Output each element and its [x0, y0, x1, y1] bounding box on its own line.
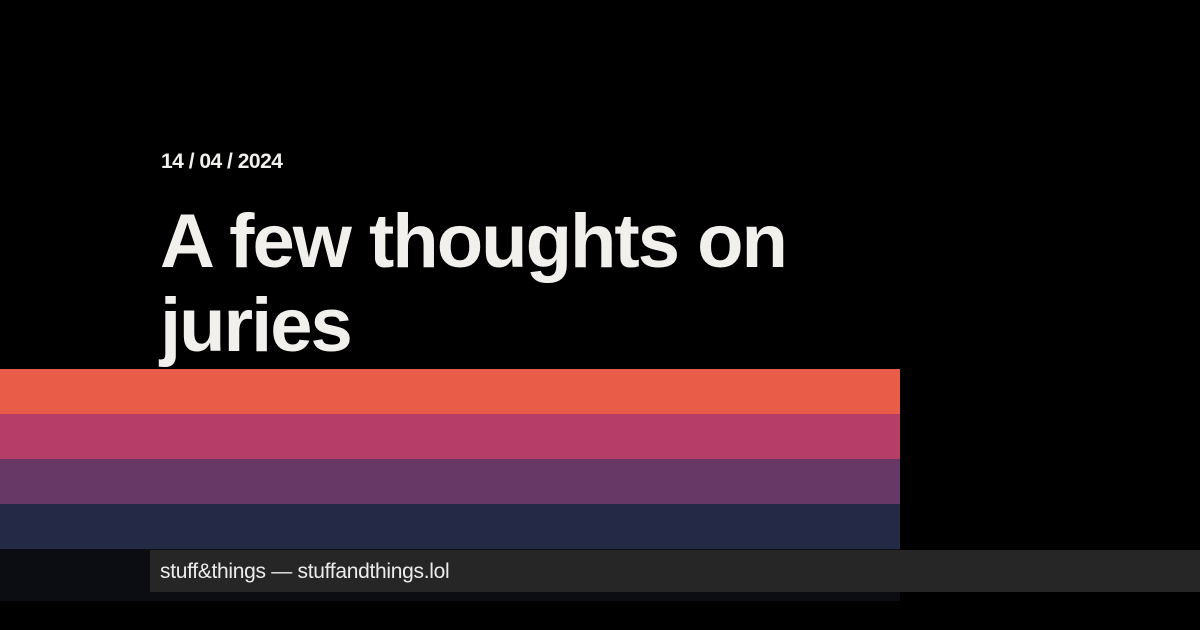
site-label: stuff&things — stuffandthings.lol — [160, 560, 450, 583]
stripe-magenta — [0, 414, 900, 459]
og-card: 14 / 04 / 2024 A few thoughts on juries … — [0, 0, 1200, 630]
footer-bar: stuff&things — stuffandthings.lol — [150, 550, 1200, 592]
post-title: A few thoughts on juries — [160, 199, 788, 368]
stripe-purple — [0, 459, 900, 504]
stripe-navy — [0, 504, 900, 549]
post-date: 14 / 04 / 2024 — [161, 150, 283, 173]
stripe-orange — [0, 369, 900, 414]
